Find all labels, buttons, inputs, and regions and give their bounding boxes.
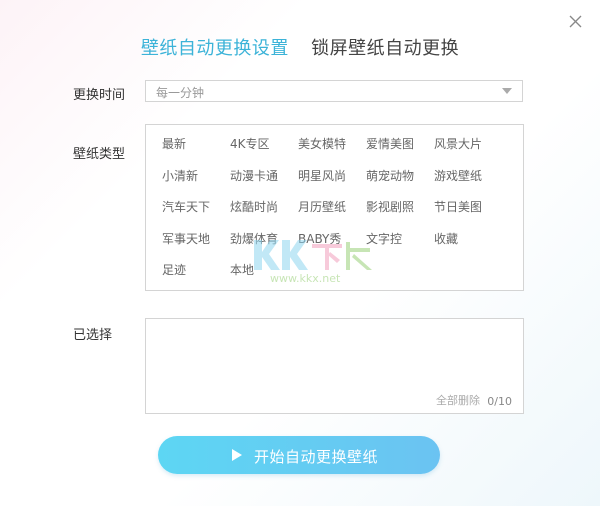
- tab-bar: 壁纸自动更换设置 锁屏壁纸自动更换: [0, 34, 600, 60]
- wallpaper-type-item[interactable]: 爱情美图: [366, 135, 434, 167]
- wallpaper-type-item[interactable]: 游戏壁纸: [434, 167, 502, 199]
- wallpaper-type-item[interactable]: 风景大片: [434, 135, 502, 167]
- chevron-down-icon: [502, 88, 512, 94]
- start-button-label: 开始自动更换壁纸: [254, 448, 379, 466]
- tab-wallpaper-auto-change[interactable]: 壁纸自动更换设置: [141, 34, 289, 60]
- play-icon: [232, 449, 242, 461]
- wallpaper-type-item[interactable]: 动漫卡通: [230, 167, 298, 199]
- wallpaper-type-item[interactable]: 明星风尚: [298, 167, 366, 199]
- clear-all-button[interactable]: 全部删除: [436, 392, 480, 408]
- wallpaper-type-item[interactable]: 萌宠动物: [366, 167, 434, 199]
- tab-lockscreen-auto-change[interactable]: 锁屏壁纸自动更换: [311, 34, 459, 60]
- types-label: 壁纸类型: [73, 147, 126, 162]
- wallpaper-type-item[interactable]: 汽车天下: [162, 198, 230, 230]
- wallpaper-type-item[interactable]: 炫酷时尚: [230, 198, 298, 230]
- close-icon: [569, 15, 582, 28]
- watermark-logo: www.kkx.net: [254, 240, 372, 284]
- wallpaper-type-item[interactable]: 节日美图: [434, 198, 502, 230]
- selected-panel: 全部删除 0/10: [145, 318, 524, 414]
- interval-label: 更换时间: [73, 88, 126, 103]
- wallpaper-type-item[interactable]: 收藏: [434, 230, 502, 262]
- wallpaper-type-item[interactable]: 美女模特: [298, 135, 366, 167]
- wallpaper-type-item[interactable]: 小清新: [162, 167, 230, 199]
- interval-select-value: 每一分钟: [156, 86, 205, 100]
- selected-count: 0/10: [487, 395, 512, 408]
- wallpaper-type-item[interactable]: 最新: [162, 135, 230, 167]
- wallpaper-type-item[interactable]: 月历壁纸: [298, 198, 366, 230]
- close-button[interactable]: [566, 12, 586, 32]
- svg-text:www.kkx.net: www.kkx.net: [270, 272, 341, 284]
- wallpaper-type-item[interactable]: 军事天地: [162, 230, 230, 262]
- selected-label: 已选择: [73, 328, 113, 343]
- wallpaper-type-item[interactable]: 影视剧照: [366, 198, 434, 230]
- interval-select[interactable]: 每一分钟: [145, 80, 523, 102]
- wallpaper-type-item[interactable]: 足迹: [162, 261, 230, 293]
- start-auto-change-button[interactable]: 开始自动更换壁纸: [158, 436, 440, 474]
- wallpaper-type-item[interactable]: 4K专区: [230, 135, 298, 167]
